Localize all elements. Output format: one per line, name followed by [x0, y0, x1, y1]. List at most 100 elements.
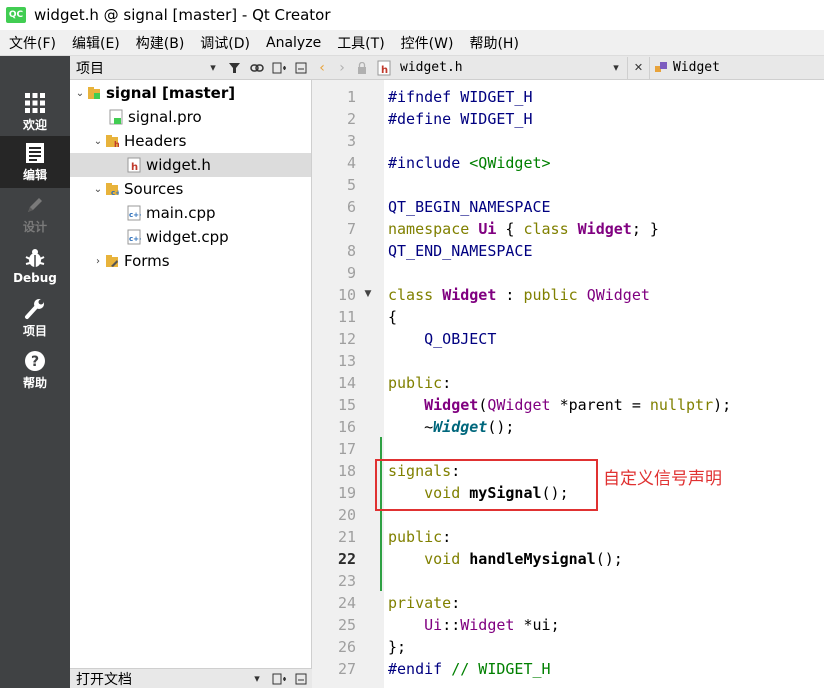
tree-row-project[interactable]: ⌄ signal [master]: [70, 81, 311, 105]
tree-row-main-cpp[interactable]: c++ main.cpp: [70, 201, 311, 225]
line-number: 5: [346, 176, 356, 194]
view-dropdown-icon[interactable]: ▾: [246, 668, 268, 688]
annotation-box: [375, 459, 598, 511]
tree-row-pro-file[interactable]: signal.pro: [70, 105, 311, 129]
close-pane-icon[interactable]: [290, 668, 312, 688]
collapse-arrow-icon[interactable]: ›: [92, 255, 104, 267]
line-number: 7: [346, 220, 356, 238]
line-number: 19: [337, 484, 356, 502]
header-file-icon: h: [126, 157, 142, 173]
expand-arrow-icon[interactable]: ⌄: [92, 135, 104, 147]
code-line[interactable]: {: [388, 306, 397, 328]
tree-row-headers[interactable]: ⌄ h Headers: [70, 129, 311, 153]
menu-edit[interactable]: 编辑(E): [63, 33, 127, 53]
mode-debug[interactable]: Debug: [0, 240, 70, 292]
filter-icon[interactable]: [224, 57, 246, 79]
code-line[interactable]: public:: [388, 526, 451, 548]
project-pane-title: 项目: [76, 60, 104, 77]
mode-edit[interactable]: 编辑: [0, 136, 70, 188]
menu-file[interactable]: 文件(F): [0, 33, 63, 53]
code-line[interactable]: #endif // WIDGET_H: [388, 658, 551, 680]
split-icon[interactable]: [268, 668, 290, 688]
fold-marker-icon[interactable]: ▼: [363, 283, 373, 305]
view-dropdown-icon[interactable]: ▾: [202, 57, 224, 79]
mode-welcome[interactable]: 欢迎: [0, 86, 70, 138]
document-dropdown-icon[interactable]: ▾: [605, 57, 627, 79]
tree-row-sources[interactable]: ⌄ c+ Sources: [70, 177, 311, 201]
line-number: 15: [337, 396, 356, 414]
code-line[interactable]: #define WIDGET_H: [388, 108, 533, 130]
tree-row-widget-h[interactable]: h widget.h: [70, 153, 311, 177]
tree-row-widget-cpp[interactable]: c++ widget.cpp: [70, 225, 311, 249]
line-number: 3: [346, 132, 356, 150]
line-number: 10: [337, 286, 356, 304]
line-number: 17: [337, 440, 356, 458]
open-documents-bar: 打开文档 ▾: [70, 668, 312, 688]
tree-row-forms[interactable]: › Forms: [70, 249, 311, 273]
line-number: 21: [337, 528, 356, 546]
close-pane-icon[interactable]: [290, 57, 312, 79]
line-number: 14: [337, 374, 356, 392]
mode-projects[interactable]: 项目: [0, 292, 70, 344]
line-number: 2: [346, 110, 356, 128]
back-arrow-icon[interactable]: ‹: [312, 57, 332, 79]
code-line[interactable]: Ui::Widget *ui;: [388, 614, 559, 636]
headers-folder-icon: h: [104, 133, 120, 149]
mode-debug-label: Debug: [13, 271, 57, 285]
window-title: widget.h @ signal [master] - Qt Creator: [34, 6, 331, 24]
mode-edit-label: 编辑: [22, 167, 47, 182]
expand-arrow-icon[interactable]: ⌄: [92, 183, 104, 195]
code-line[interactable]: QT_BEGIN_NAMESPACE: [388, 196, 551, 218]
document-selector[interactable]: widget.h: [400, 60, 605, 75]
svg-text:h: h: [114, 140, 119, 148]
symbol-selector[interactable]: Widget: [673, 60, 720, 75]
forms-folder-icon: [104, 253, 120, 269]
class-symbol-icon: [649, 56, 671, 79]
menu-tools[interactable]: 工具(T): [328, 33, 391, 53]
mode-help-label: 帮助: [22, 375, 47, 390]
line-number: 26: [337, 638, 356, 656]
document-icon: [26, 142, 44, 163]
menu-window[interactable]: 控件(W): [392, 33, 461, 53]
code-line[interactable]: };: [388, 636, 406, 658]
code-line[interactable]: #ifndef WIDGET_H: [388, 86, 533, 108]
code-line[interactable]: Widget(QWidget *parent = nullptr);: [388, 394, 731, 416]
pencil-icon: [28, 197, 42, 212]
code-line[interactable]: #include <QWidget>: [388, 152, 551, 174]
line-number: 1: [346, 88, 356, 106]
menu-build[interactable]: 构建(B): [127, 33, 192, 53]
menu-debug[interactable]: 调试(D): [191, 33, 257, 53]
line-number: 20: [337, 506, 356, 524]
line-number: 27: [337, 660, 356, 678]
code-line[interactable]: namespace Ui { class Widget; }: [388, 218, 659, 240]
code-line[interactable]: void handleMysignal();: [388, 548, 623, 570]
code-line[interactable]: class Widget : public QWidget: [388, 284, 650, 306]
line-number: 13: [337, 352, 356, 370]
bug-icon: [25, 249, 45, 267]
headers-label: Headers: [124, 132, 187, 150]
forward-arrow-icon[interactable]: ›: [332, 57, 352, 79]
annotation-text: 自定义信号声明: [603, 469, 722, 489]
code-line[interactable]: ~Widget();: [388, 416, 514, 438]
expand-arrow-icon[interactable]: ⌄: [74, 87, 86, 99]
line-number: 4: [346, 154, 356, 172]
line-number: 22: [337, 550, 356, 568]
svg-text:c+: c+: [111, 189, 119, 196]
split-icon[interactable]: [268, 57, 290, 79]
project-pane-toolbar: 项目 ▾: [70, 56, 312, 80]
mode-design-label: 设计: [22, 219, 47, 234]
grid-icon: [25, 92, 45, 113]
code-line[interactable]: public:: [388, 372, 451, 394]
line-number: 11: [337, 308, 356, 326]
code-line[interactable]: QT_END_NAMESPACE: [388, 240, 533, 262]
mode-design[interactable]: 设计: [0, 188, 70, 240]
close-document-icon[interactable]: ✕: [627, 56, 649, 79]
mode-help[interactable]: ? 帮助: [0, 344, 70, 396]
code-line[interactable]: Q_OBJECT: [388, 328, 496, 350]
link-icon[interactable]: [246, 57, 268, 79]
svg-text:?: ?: [31, 354, 39, 370]
code-line[interactable]: private:: [388, 592, 460, 614]
menu-help[interactable]: 帮助(H): [460, 33, 525, 53]
menu-analyze[interactable]: Analyze: [257, 35, 328, 51]
sources-label: Sources: [124, 180, 184, 198]
